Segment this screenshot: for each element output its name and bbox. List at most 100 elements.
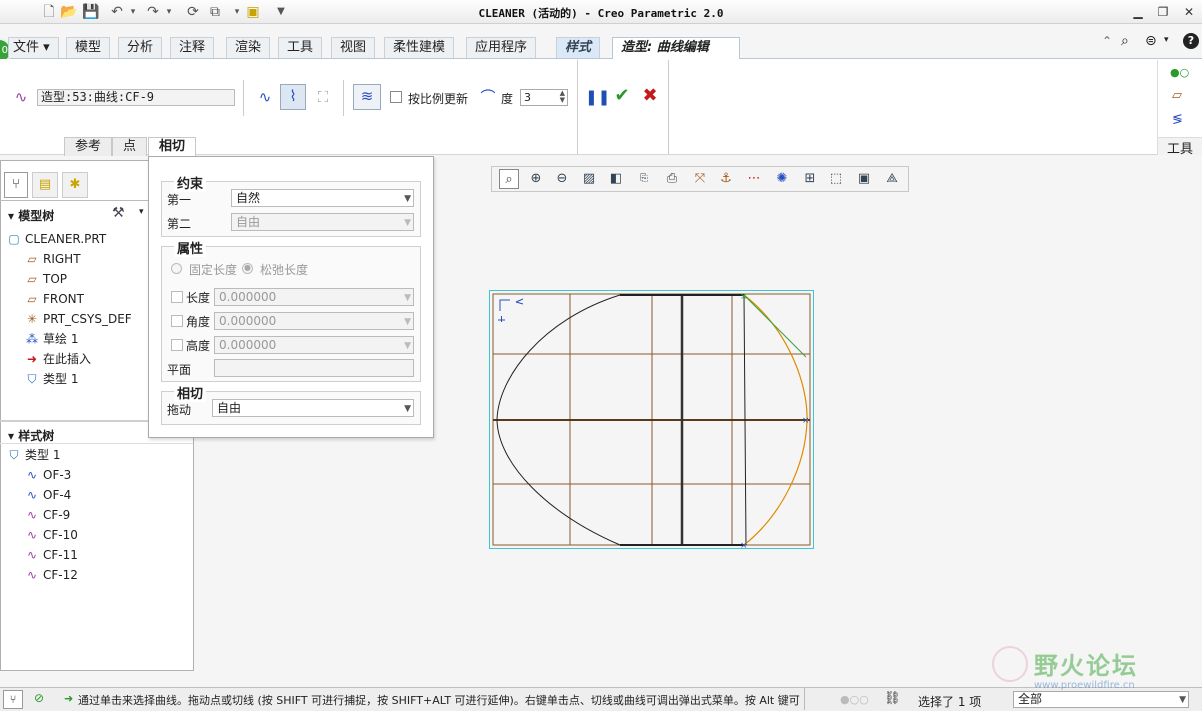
csys-display-icon[interactable]: ✺ (772, 169, 792, 189)
tab-view[interactable]: 视图 (331, 37, 376, 58)
maximize-icon[interactable]: ❐ (1152, 3, 1174, 21)
community-dropdown-icon[interactable]: ▾ (1164, 35, 1169, 45)
favorites-tab-icon[interactable]: ✱ (62, 172, 88, 198)
style-tree-item-cf12[interactable]: ∿ CF-12 (24, 566, 78, 584)
degree-spinner[interactable]: 3 ▲ ▼ (520, 89, 568, 106)
ribbon-divider (577, 60, 578, 154)
style-tree-item-cf9[interactable]: ∿ CF-9 (24, 506, 70, 524)
help-icon[interactable]: ? (1183, 33, 1199, 49)
zoom-in-icon[interactable]: ⊕ (526, 169, 546, 189)
tool-plane-icon[interactable]: ▱ (1172, 88, 1182, 103)
display-style-icon[interactable]: ◧ (606, 169, 626, 189)
height-checkbox[interactable] (171, 339, 183, 351)
angle-checkbox[interactable] (171, 315, 183, 327)
zoom-out-icon[interactable]: ⊖ (552, 169, 572, 189)
point-display-icon[interactable]: ⋯ (744, 169, 764, 189)
interpolation-point-icon[interactable]: ⌇ (280, 84, 306, 110)
end-point-marker: × (740, 541, 748, 551)
csys-marker (498, 298, 524, 322)
tab-annotate[interactable]: 注释 (170, 37, 215, 58)
tree-settings-icon[interactable]: ⚒ (112, 205, 125, 221)
annotation-display-icon[interactable]: ⚓ (716, 169, 736, 189)
tab-style[interactable]: 样式 (556, 37, 601, 58)
perspective-icon[interactable]: ⟁ (882, 169, 902, 189)
tab-applications[interactable]: 应用程序 (466, 37, 537, 58)
ribbon-divider (668, 60, 669, 154)
tools-panel-label[interactable]: 工具 (1158, 137, 1202, 157)
pause-icon[interactable]: ❚❚ (585, 86, 610, 108)
view-plane-icon[interactable]: ⬚ (826, 169, 846, 189)
proportional-update-checkbox[interactable] (390, 91, 402, 103)
tab-analysis[interactable]: 分析 (118, 37, 163, 58)
tool-curve-icon[interactable]: ≶ (1172, 112, 1183, 127)
minimize-icon[interactable]: ▁ (1127, 3, 1149, 21)
angle-label: 角度 (186, 315, 211, 329)
style-tree-item-cf10[interactable]: ∿ CF-10 (24, 526, 78, 544)
style-tree-item-type[interactable]: ⛉ 类型 1 (6, 446, 60, 464)
model-tree-header[interactable]: ▾ 模型树 (8, 207, 54, 224)
cancel-icon[interactable]: ✖ (639, 85, 661, 107)
angle-field: 0.000000 ▼ (214, 312, 414, 330)
selection-filter-dropdown[interactable]: 全部 ▼ (1013, 691, 1189, 708)
proportional-update-label: 按比例更新 (408, 92, 469, 106)
style-tree-item-of4[interactable]: ∿ OF-4 (24, 486, 71, 504)
close-icon[interactable]: ✕ (1178, 3, 1200, 21)
grid-display-icon[interactable]: ⊞ (800, 169, 820, 189)
repaint-icon[interactable]: ▨ (579, 169, 599, 189)
tree-item-top-plane[interactable]: ▱ TOP (24, 270, 67, 288)
window-title: CLEANER (活动的) - Creo Parametric 2.0 (478, 7, 724, 20)
toggle-navigator-icon[interactable]: ⑂ (3, 690, 23, 709)
tree-item-insert-here[interactable]: ➜ 在此插入 (24, 350, 91, 368)
search-icon[interactable]: ⌕ (1121, 33, 1129, 49)
tab-curve-edit[interactable]: 造型: 曲线编辑 (612, 37, 740, 60)
style-tree-item-of3[interactable]: ∿ OF-3 (24, 466, 71, 484)
tree-item-part[interactable]: ▢ CLEANER.PRT (6, 230, 106, 248)
relaxed-length-label: 松弛长度 (260, 263, 309, 277)
subtab-points[interactable]: 点 (112, 137, 148, 156)
tab-flexible-modeling[interactable]: 柔性建模 (384, 37, 455, 58)
saved-orientations-icon[interactable]: ⎘ (634, 169, 654, 189)
tab-render[interactable]: 渲染 (226, 37, 271, 58)
second-label: 第二 (167, 217, 192, 231)
browser-toggle-icon[interactable]: ⊘ (29, 690, 49, 709)
first-constraint-dropdown[interactable]: 自然 ▼ (231, 189, 414, 207)
style-tree-header[interactable]: ▾ 样式树 (8, 427, 54, 444)
tab-file[interactable]: 文件 ▾ (8, 37, 59, 58)
tab-tools[interactable]: 工具 (278, 37, 323, 58)
folder-browser-tab-icon[interactable]: ▤ (32, 172, 58, 198)
progress-indicator-icon: ●○○ (840, 693, 869, 706)
fixed-length-label: 固定长度 (189, 263, 238, 277)
style-tree-item-cf11[interactable]: ∿ CF-11 (24, 546, 78, 564)
subtab-tangent[interactable]: 相切 (148, 137, 197, 157)
tool-connect-icon[interactable]: ●○ (1170, 66, 1189, 79)
model-tree-tab-icon[interactable]: ⑂ (4, 172, 28, 198)
tree-item-style-feature[interactable]: ⛉ 类型 1 (24, 370, 78, 388)
community-icon[interactable]: ⊜ (1145, 33, 1157, 49)
surface-curve-icon: ⛶ (317, 88, 329, 106)
collapse-ribbon-icon[interactable]: ⌃ (1102, 34, 1112, 48)
tab-model[interactable]: 模型 (66, 37, 111, 58)
drag-dropdown[interactable]: 自由 ▼ (212, 399, 414, 417)
length-label: 长度 (186, 291, 211, 305)
length-checkbox[interactable] (171, 291, 183, 303)
status-message: 通过单击来选择曲线。拖动点或切线 (按 SHIFT 可进行捕捉，按 SHIFT+… (78, 694, 800, 707)
panel-divider (0, 443, 193, 444)
tree-item-sketch[interactable]: ⁂ 草绘 1 (24, 330, 78, 348)
graphics-canvas[interactable]: × × × (488, 289, 816, 551)
tree-item-front-plane[interactable]: ▱ FRONT (24, 290, 84, 308)
status-divider (804, 688, 805, 710)
tree-settings-dropdown-icon[interactable]: ▾ (139, 207, 144, 217)
tree-item-csys[interactable]: ✳ PRT_CSYS_DEF (24, 310, 132, 328)
view-manager-icon[interactable]: ⎙ (662, 169, 682, 189)
active-plane-icon[interactable]: ▣ (854, 169, 874, 189)
control-point-icon[interactable]: ∿ (254, 86, 276, 108)
confirm-icon[interactable]: ✔ (611, 85, 633, 107)
tree-item-right-plane[interactable]: ▱ RIGHT (24, 250, 80, 268)
subtab-references[interactable]: 参考 (64, 137, 113, 156)
relaxed-length-radio: ● (242, 263, 253, 274)
curvature-analysis-icon[interactable]: ≋ (353, 84, 381, 110)
curve-name-field[interactable]: 造型:53:曲线:CF-9 (37, 89, 235, 106)
datum-display-icon[interactable]: ⤧ (690, 169, 710, 189)
selection-filter-icon[interactable]: ⛓ (884, 691, 901, 706)
refit-icon[interactable]: ⌕ (499, 169, 519, 189)
